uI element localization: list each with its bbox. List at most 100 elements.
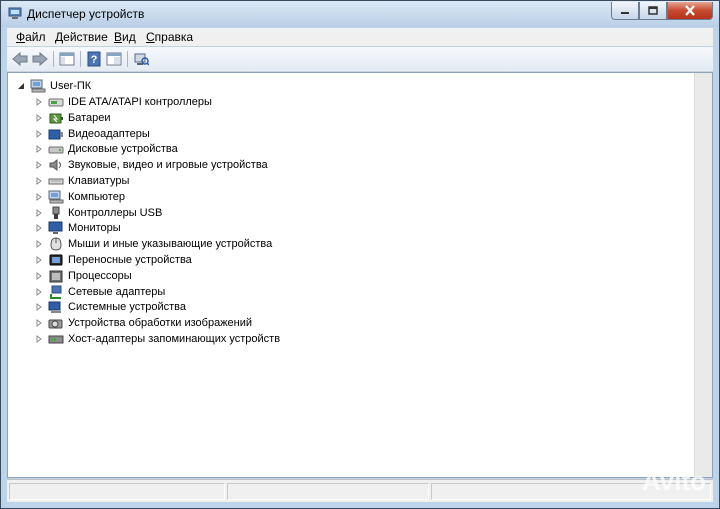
expand-arrow-icon[interactable]	[34, 144, 44, 154]
tree-item-label: Хост-адаптеры запоминающих устройств	[68, 333, 281, 345]
tree-item[interactable]: Клавиатуры	[34, 173, 129, 189]
menu-view[interactable]: Вид	[114, 30, 136, 44]
collapse-arrow-icon[interactable]	[16, 81, 26, 91]
device-manager-app-icon	[8, 7, 22, 19]
tree-item-label: Системные устройства	[68, 301, 187, 314]
tree-item-label: Мыши и иные указывающие устройства	[68, 238, 273, 251]
status-bar	[7, 479, 713, 502]
display-adapter-icon	[48, 127, 64, 141]
menu-help[interactable]: Справка	[146, 30, 193, 44]
forward-button[interactable]	[31, 50, 49, 68]
tree-item-label: Видеоадаптеры	[68, 127, 150, 140]
system-device-icon	[48, 300, 64, 314]
computer-name: User-ПК	[50, 80, 92, 92]
tree-item[interactable]: Звуковые, видео и игровые устройства	[34, 157, 268, 173]
expand-arrow-icon[interactable]	[34, 160, 44, 170]
tree-item-label: Контроллеры USB	[68, 206, 163, 219]
expand-arrow-icon[interactable]	[34, 255, 44, 265]
toolbar: ?	[7, 47, 713, 72]
watermark-logo: Avito	[641, 466, 706, 496]
tree-item-label: Батареи	[68, 111, 111, 124]
keyboard-icon	[48, 174, 64, 188]
tree-item[interactable]: Переносные устройства	[34, 252, 192, 268]
vertical-scrollbar[interactable]	[694, 73, 712, 477]
tree-item-label: Переносные устройства	[68, 254, 192, 266]
tree-item[interactable]: Мониторы	[34, 220, 121, 236]
network-adapter-icon	[48, 285, 64, 299]
mouse-icon	[48, 237, 64, 251]
battery-icon	[48, 111, 64, 125]
tree-item-label: Сетевые адаптеры	[68, 285, 166, 298]
toolbar-separator	[127, 51, 128, 67]
monitor-icon	[48, 221, 64, 235]
expand-arrow-icon[interactable]	[34, 192, 44, 202]
window-controls	[611, 2, 713, 20]
maximize-button[interactable]	[639, 2, 667, 20]
title-bar[interactable]: Диспетчер устройств	[1, 1, 719, 27]
tree-item[interactable]: Компьютер	[34, 189, 125, 205]
expand-arrow-icon[interactable]	[34, 239, 44, 249]
scan-hardware-icon	[134, 53, 149, 66]
window-title: Диспетчер устройств	[27, 7, 145, 21]
imaging-device-icon	[48, 316, 64, 330]
portable-device-icon	[48, 253, 64, 267]
console-tree-icon	[59, 52, 75, 66]
svg-text:?: ?	[91, 54, 98, 66]
tree-item[interactable]: Контроллеры USB	[34, 205, 162, 221]
processor-icon	[48, 269, 64, 283]
disk-drive-icon	[48, 142, 64, 156]
speaker-icon	[48, 158, 64, 172]
expand-arrow-icon[interactable]	[34, 334, 44, 344]
tree-item-label: Клавиатуры	[68, 175, 130, 187]
tree-item[interactable]: Видеоадаптеры	[34, 126, 150, 142]
show-hide-console-tree-button[interactable]	[58, 50, 76, 68]
expand-arrow-icon[interactable]	[34, 318, 44, 328]
status-segment	[227, 483, 429, 500]
back-button[interactable]	[11, 50, 29, 68]
menu-action[interactable]: Действие	[55, 30, 108, 44]
tree-root-node[interactable]: User-ПК	[16, 78, 91, 94]
tree-item-label: Дисковые устройства	[68, 143, 178, 156]
tree-item-label: Мониторы	[68, 222, 121, 235]
menu-file[interactable]: Файл	[16, 30, 46, 44]
help-icon: ?	[87, 51, 101, 67]
forward-arrow-icon	[32, 52, 48, 66]
computer-icon	[30, 79, 46, 93]
status-segment	[9, 483, 225, 500]
toolbar-separator	[80, 51, 81, 67]
tree-item[interactable]: Мыши и иные указывающие устройства	[34, 236, 272, 252]
storage-controller-icon	[48, 332, 64, 346]
expand-arrow-icon[interactable]	[34, 271, 44, 281]
expand-arrow-icon[interactable]	[34, 129, 44, 139]
toolbar-separator	[53, 51, 54, 67]
ide-controller-icon	[48, 95, 64, 109]
tree-item[interactable]: Хост-адаптеры запоминающих устройств	[34, 331, 280, 347]
back-arrow-icon	[12, 52, 28, 66]
expand-arrow-icon[interactable]	[34, 113, 44, 123]
tree-item-label: Процессоры	[68, 269, 132, 282]
tree-item[interactable]: Устройства обработки изображений	[34, 315, 252, 331]
close-icon	[685, 5, 695, 16]
tree-item[interactable]: Дисковые устройства	[34, 141, 178, 157]
minimize-button[interactable]	[611, 2, 639, 20]
expand-arrow-icon[interactable]	[34, 97, 44, 107]
expand-arrow-icon[interactable]	[34, 223, 44, 233]
computer-icon	[48, 190, 64, 204]
expand-arrow-icon[interactable]	[34, 302, 44, 312]
tree-item[interactable]: Сетевые адаптеры	[34, 284, 165, 300]
close-button[interactable]	[667, 2, 713, 20]
tree-item[interactable]: Системные устройства	[34, 299, 186, 315]
tree-item[interactable]: IDE ATA/ATAPI контроллеры	[34, 94, 212, 110]
expand-arrow-icon[interactable]	[34, 176, 44, 186]
tree-item-label: Звуковые, видео и игровые устройства	[68, 159, 268, 172]
expand-arrow-icon[interactable]	[34, 287, 44, 297]
tree-item[interactable]: Батареи	[34, 110, 111, 126]
scan-hardware-button[interactable]	[132, 50, 150, 68]
properties-icon	[106, 52, 122, 66]
tree-item-label: Компьютер	[68, 190, 125, 203]
tree-item[interactable]: Процессоры	[34, 268, 132, 284]
usb-icon	[48, 206, 64, 220]
properties-button[interactable]	[105, 50, 123, 68]
help-button[interactable]: ?	[85, 50, 103, 68]
expand-arrow-icon[interactable]	[34, 208, 44, 218]
